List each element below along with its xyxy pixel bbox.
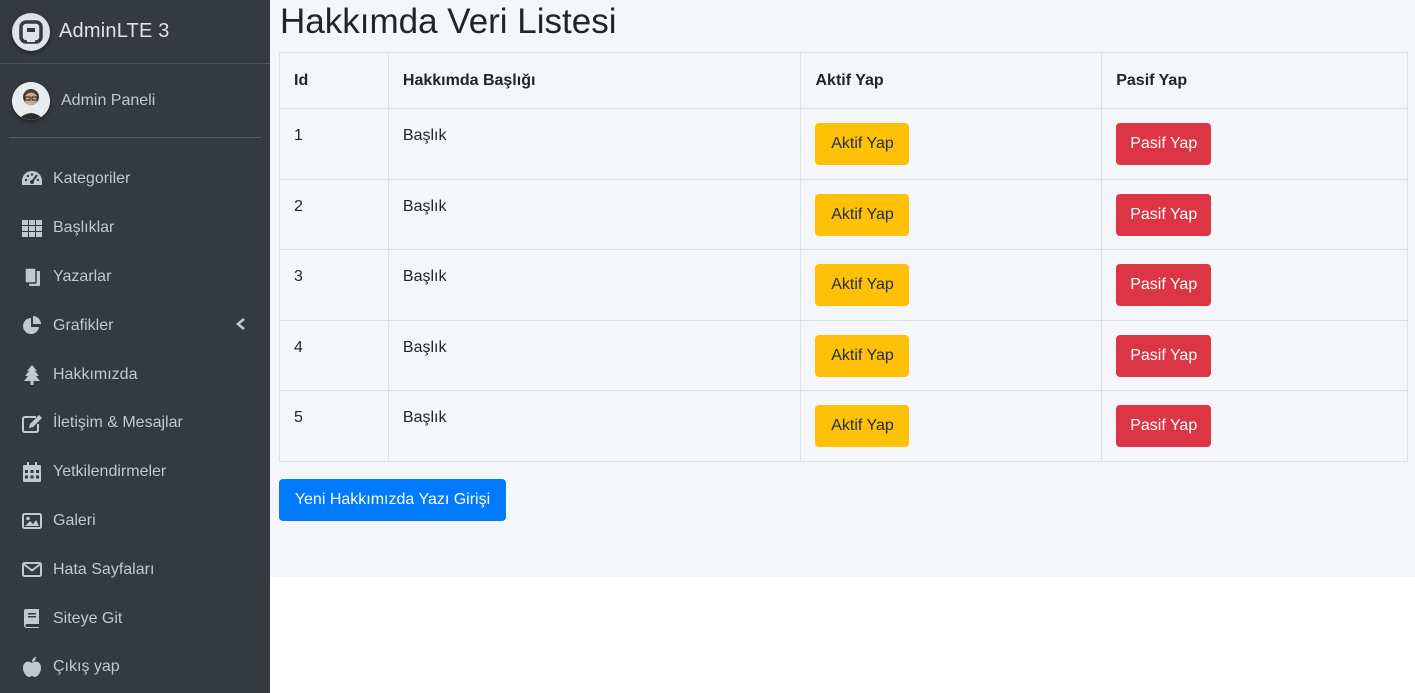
user-avatar-icon: [12, 81, 50, 120]
user-name: Admin Paneli: [61, 91, 156, 109]
sidebar-item-hakkimizda[interactable]: Hakkımızda: [0, 350, 270, 399]
row-title: Başlık: [387, 249, 802, 321]
user-panel[interactable]: Admin Paneli: [9, 64, 261, 138]
edit-icon: [20, 412, 44, 434]
row-id: 2: [279, 178, 389, 250]
row-title: Başlık: [387, 390, 802, 462]
pie-chart-icon: [20, 315, 44, 337]
deactivate-button[interactable]: Pasif Yap: [1116, 334, 1212, 377]
calendar-icon: [20, 461, 44, 483]
sidebar-item-iletisim-mesajlar[interactable]: İletişim & Mesajlar: [0, 399, 270, 448]
sidebar-item-grafikler[interactable]: Grafikler: [0, 301, 270, 350]
tachometer-icon: [20, 168, 44, 190]
deactivate-button[interactable]: Pasif Yap: [1116, 264, 1212, 306]
row-id: 3: [279, 249, 389, 321]
sidebar-nav: Kategoriler Başlıklar Yazarlar Grafikler: [0, 155, 270, 692]
sidebar-item-yetkilendirmeler[interactable]: Yetkilendirmeler: [0, 448, 270, 497]
row-title: Başlık: [387, 178, 802, 250]
table-header-row: Id Hakkımda Başlığı Aktif Yap Pasif Yap: [279, 52, 1408, 109]
row-activate-cell: Aktif Yap: [800, 319, 1103, 391]
row-deactivate-cell: Pasif Yap: [1101, 390, 1408, 462]
row-id: 4: [279, 319, 389, 391]
row-deactivate-cell: Pasif Yap: [1101, 178, 1408, 250]
deactivate-button[interactable]: Pasif Yap: [1116, 405, 1212, 447]
page-title: Hakkımda Veri Listesi: [280, 2, 617, 41]
activate-button[interactable]: Aktif Yap: [815, 405, 910, 447]
brand-title: AdminLTE 3: [59, 20, 170, 42]
chevron-left-icon[interactable]: [236, 317, 246, 335]
envelope-icon: [20, 559, 44, 581]
row-activate-cell: Aktif Yap: [800, 108, 1103, 180]
new-about-entry-button[interactable]: Yeni Hakkımızda Yazı Girişi: [279, 479, 506, 521]
row-id: 1: [279, 108, 389, 180]
activate-button[interactable]: Aktif Yap: [815, 334, 910, 377]
main-sidebar: AdminLTE 3 Admin Paneli Kategoriler Başl…: [0, 0, 270, 693]
content-wrapper: Hakkımda Veri Listesi Id Hakkımda Başlığ…: [270, 0, 1415, 577]
row-id: 5: [279, 390, 389, 462]
row-title: Başlık: [387, 319, 802, 391]
image-icon: [20, 510, 44, 532]
apple-icon: [20, 656, 44, 678]
sidebar-item-siteye-git[interactable]: Siteye Git: [0, 594, 270, 643]
column-header-id: Id: [279, 52, 389, 109]
column-header-title: Hakkımda Başlığı: [387, 52, 802, 109]
column-header-activate: Aktif Yap: [800, 52, 1103, 109]
sidebar-item-label: Galeri: [53, 511, 96, 529]
column-header-deactivate: Pasif Yap: [1101, 52, 1408, 109]
sidebar-item-kategoriler[interactable]: Kategoriler: [0, 155, 270, 204]
sidebar-item-label: Yazarlar: [53, 267, 112, 285]
sidebar-item-basliklar[interactable]: Başlıklar: [0, 204, 270, 253]
tree-icon: [20, 364, 44, 386]
sidebar-item-label: Yetkilendirmeler: [53, 463, 167, 481]
book-icon: [20, 608, 44, 630]
sidebar-item-label: İletişim & Mesajlar: [53, 414, 183, 432]
brand-link[interactable]: AdminLTE 3: [0, 0, 270, 64]
deactivate-button[interactable]: Pasif Yap: [1116, 193, 1212, 236]
sidebar-item-galeri[interactable]: Galeri: [0, 497, 270, 546]
row-activate-cell: Aktif Yap: [800, 249, 1103, 321]
row-deactivate-cell: Pasif Yap: [1101, 319, 1408, 391]
adminlte-logo-icon: [12, 12, 50, 51]
sidebar-item-label: Hakkımızda: [53, 365, 138, 383]
row-activate-cell: Aktif Yap: [800, 390, 1103, 462]
table-row: 2 Başlık Aktif Yap Pasif Yap: [279, 178, 1408, 250]
sidebar-item-cikis-yap[interactable]: Çıkış yap: [0, 643, 270, 692]
row-deactivate-cell: Pasif Yap: [1101, 108, 1408, 180]
activate-button[interactable]: Aktif Yap: [815, 193, 910, 236]
about-data-table: Id Hakkımda Başlığı Aktif Yap Pasif Yap …: [279, 52, 1408, 462]
row-activate-cell: Aktif Yap: [800, 178, 1103, 250]
table-row: 1 Başlık Aktif Yap Pasif Yap: [279, 108, 1408, 180]
grid-icon: [20, 217, 44, 239]
table-row: 4 Başlık Aktif Yap Pasif Yap: [279, 319, 1408, 391]
row-deactivate-cell: Pasif Yap: [1101, 249, 1408, 321]
sidebar-item-label: Grafikler: [53, 316, 114, 334]
table-row: 3 Başlık Aktif Yap Pasif Yap: [279, 249, 1408, 321]
sidebar-item-hata-sayfalari[interactable]: Hata Sayfaları: [0, 545, 270, 594]
sidebar-item-label: Çıkış yap: [53, 658, 120, 676]
sidebar-item-label: Siteye Git: [53, 609, 123, 627]
sidebar-item-label: Kategoriler: [53, 170, 131, 188]
activate-button[interactable]: Aktif Yap: [815, 264, 910, 306]
sidebar-item-label: Hata Sayfaları: [53, 560, 155, 578]
sidebar-item-yazarlar[interactable]: Yazarlar: [0, 253, 270, 302]
deactivate-button[interactable]: Pasif Yap: [1116, 123, 1212, 165]
table-row: 5 Başlık Aktif Yap Pasif Yap: [279, 390, 1408, 462]
copy-icon: [20, 266, 44, 288]
activate-button[interactable]: Aktif Yap: [815, 123, 910, 165]
row-title: Başlık: [387, 108, 802, 180]
sidebar-item-label: Başlıklar: [53, 219, 115, 237]
